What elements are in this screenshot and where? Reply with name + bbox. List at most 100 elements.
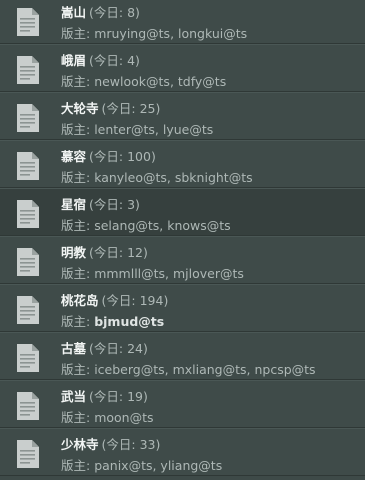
today-prefix: (今日: [89,53,128,68]
document-icon [16,55,40,85]
forum-name-link[interactable]: 武当 [61,389,86,404]
forum-title-line: 武当 (今日: 19) [61,389,148,405]
today-suffix: ) [135,53,140,68]
today-suffix: ) [142,245,148,260]
today-prefix: (今日: [89,5,128,20]
moderator-names[interactable]: mruying@ts, longkui@ts [94,26,247,41]
moderator-names[interactable]: kanyleo@ts, sbknight@ts [94,170,252,185]
today-count: (今日: 33) [102,437,161,452]
forum-name-link[interactable]: 桃花岛 [61,293,99,308]
today-prefix: (今日: [101,293,140,308]
forum-row[interactable]: 少林寺 (今日: 33) 版主: panix@ts, yliang@ts [0,428,365,476]
moderator-line: 版主: bjmud@ts [61,314,164,330]
moderator-names[interactable]: bjmud@ts [94,314,164,329]
today-suffix: ) [142,389,148,404]
moderator-line: 版主: mmmlll@ts, mjlover@ts [61,266,244,282]
document-icon [16,103,40,133]
forum-title-line: 嵩山 (今日: 8) [61,5,140,21]
today-prefix: (今日: [89,149,128,164]
forum-row[interactable]: 大轮寺 (今日: 25) 版主: lenter@ts, lyue@ts [0,92,365,140]
forum-row[interactable]: 桃花岛 (今日: 194) 版主: bjmud@ts [0,284,365,332]
moderator-names[interactable]: panix@ts, yliang@ts [94,458,222,473]
today-count: (今日: 100) [89,149,156,164]
document-icon [16,343,40,373]
today-prefix: (今日: [101,437,140,452]
today-count: (今日: 12) [89,245,148,260]
today-value: 3 [127,197,136,212]
moderator-names[interactable]: iceberg@ts, mxliang@ts, npcsp@ts [94,362,315,377]
today-value: 24 [127,341,143,356]
document-icon [16,439,40,469]
today-prefix: (今日: [89,245,128,260]
moderator-line: 版主: selang@ts, knows@ts [61,218,231,234]
forum-name-link[interactable]: 古墓 [61,341,86,356]
forum-name-link[interactable]: 大轮寺 [61,101,99,116]
today-value: 4 [127,53,136,68]
forum-title-line: 峨眉 (今日: 4) [61,53,140,69]
today-suffix: ) [155,101,161,116]
moderator-names[interactable]: mmmlll@ts, mjlover@ts [94,266,244,281]
today-value: 25 [139,101,156,116]
today-count: (今日: 194) [102,293,169,308]
today-suffix: ) [142,341,148,356]
forum-title-line: 桃花岛 (今日: 194) [61,293,168,309]
moderator-label: 版主: [61,122,95,137]
forum-row[interactable]: 古墓 (今日: 24) 版主: iceberg@ts, mxliang@ts, np… [0,332,365,380]
today-suffix: ) [163,293,169,308]
forum-name-link[interactable]: 嵩山 [61,5,86,20]
forum-row[interactable]: 慕容 (今日: 100) 版主: kanyleo@ts, sbknight@ts [0,140,365,188]
moderator-label: 版主: [61,26,95,41]
today-suffix: ) [135,197,140,212]
moderator-label: 版主: [61,170,95,185]
forum-name-link[interactable]: 星宿 [61,197,86,212]
moderator-label: 版主: [61,410,95,425]
today-count: (今日: 19) [89,389,148,404]
moderator-label: 版主: [61,362,95,377]
forum-row[interactable]: 明教 (今日: 12) 版主: mmmlll@ts, mjlover@ts [0,236,365,284]
forum-row[interactable]: 嵩山 (今日: 8) 版主: mruying@ts, longkui@ts [0,0,365,44]
moderator-names[interactable]: lenter@ts, lyue@ts [94,122,213,137]
today-prefix: (今日: [89,341,128,356]
forum-title-line: 古墓 (今日: 24) [61,341,148,357]
forum-row[interactable]: 武当 (今日: 19) 版主: moon@ts [0,380,365,428]
moderator-names[interactable]: selang@ts, knows@ts [94,218,231,233]
forum-name-link[interactable]: 峨眉 [61,53,86,68]
today-count: (今日: 25) [102,101,161,116]
document-icon [16,247,40,277]
moderator-line: 版主: panix@ts, yliang@ts [61,458,222,474]
forum-row[interactable]: 星宿 (今日: 3) 版主: selang@ts, knows@ts [0,188,365,236]
document-icon [16,7,40,37]
today-suffix: ) [155,437,161,452]
today-prefix: (今日: [89,197,128,212]
forum-title-line: 慕容 (今日: 100) [61,149,156,165]
document-icon [16,391,40,421]
today-value: 12 [127,245,143,260]
moderator-label: 版主: [61,266,95,281]
today-count: (今日: 8) [89,5,140,20]
forum-title-line: 大轮寺 (今日: 25) [61,101,160,117]
moderator-label: 版主: [61,314,95,329]
moderator-label: 版主: [61,74,95,89]
document-icon [16,199,40,229]
today-count: (今日: 4) [89,53,140,68]
document-icon [16,295,40,325]
forum-name-link[interactable]: 少林寺 [61,437,99,452]
forum-list: 嵩山 (今日: 8) 版主: mruying@ts, longkui@ts 峨眉 (今日… [0,0,365,476]
today-value: 100 [127,149,151,164]
forum-name-link[interactable]: 明教 [61,245,86,260]
today-prefix: (今日: [101,101,140,116]
moderator-line: 版主: newlook@ts, tdfy@ts [61,74,226,90]
moderator-names[interactable]: moon@ts [94,410,153,425]
moderator-label: 版主: [61,218,95,233]
today-prefix: (今日: [89,389,128,404]
forum-title-line: 少林寺 (今日: 33) [61,437,160,453]
forum-name-link[interactable]: 慕容 [61,149,86,164]
today-count: (今日: 24) [89,341,148,356]
today-value: 194 [139,293,164,308]
moderator-line: 版主: kanyleo@ts, sbknight@ts [61,170,253,186]
forum-row[interactable]: 峨眉 (今日: 4) 版主: newlook@ts, tdfy@ts [0,44,365,92]
moderator-line: 版主: moon@ts [61,410,154,426]
today-count: (今日: 3) [89,197,140,212]
moderator-names[interactable]: newlook@ts, tdfy@ts [94,74,226,89]
today-value: 19 [127,389,143,404]
